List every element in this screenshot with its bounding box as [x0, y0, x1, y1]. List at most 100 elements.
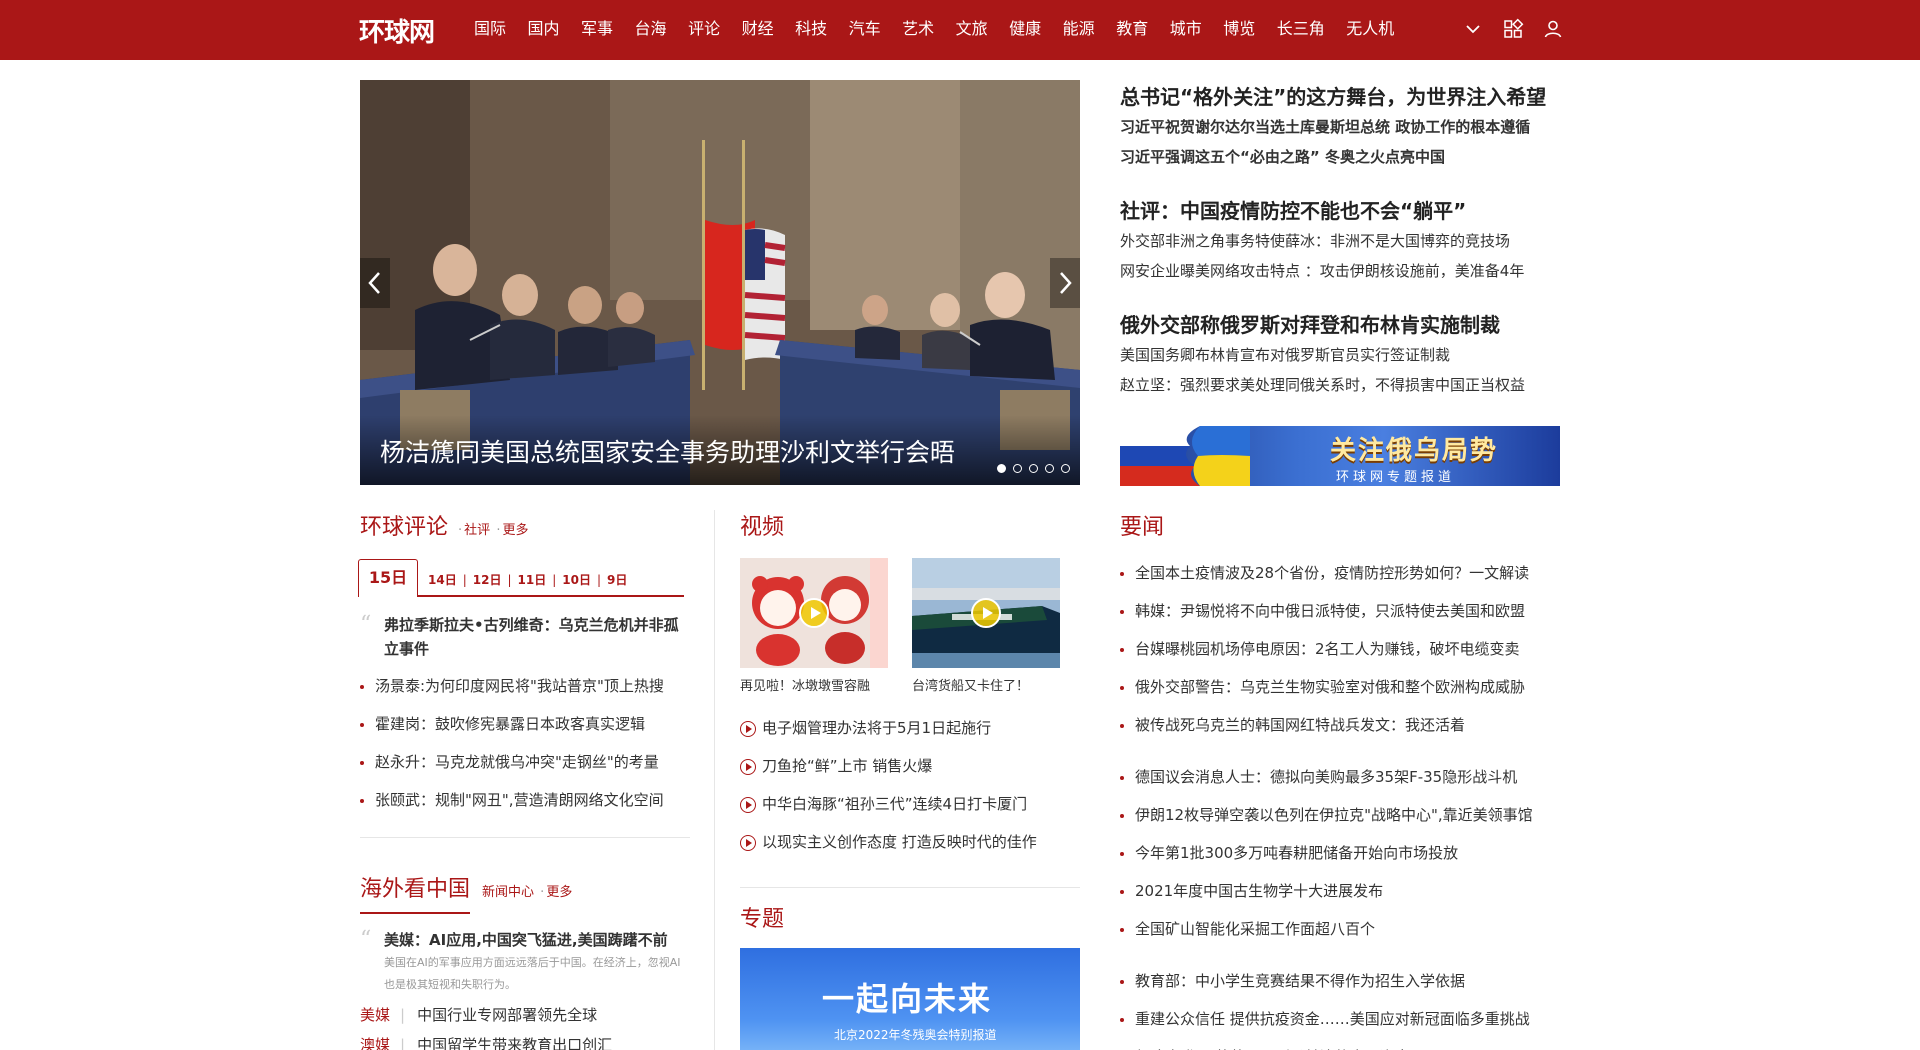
top-news-sub[interactable]: 赵立坚：强烈要求美处理同俄关系时，不得损害中国正当权益 — [1120, 370, 1560, 400]
site-logo-text: 环球网 — [359, 17, 435, 48]
hero-carousel[interactable]: 杨洁篪同美国总统国家安全事务助理沙利文举行会晤 — [360, 80, 1080, 485]
carousel-dot[interactable] — [1045, 464, 1054, 473]
top-news-headline[interactable]: 总书记“格外关注”的这方舞台，为世界注入希望 — [1120, 82, 1560, 112]
date-tab[interactable]: 10日 | — [562, 565, 601, 595]
top-news-sub[interactable]: 习近平祝贺谢尔达尔当选土库曼斯坦总统 政协工作的根本遵循 — [1120, 112, 1560, 142]
carousel-next-button[interactable] — [1050, 258, 1080, 308]
video-list-text: 中华白海豚“祖孙三代”连续4日打卡厦门 — [762, 795, 1028, 813]
hero-caption[interactable]: 杨洁篪同美国总统国家安全事务助理沙利文举行会晤 — [380, 433, 955, 469]
top-nav-bar: 环球网 国际 国内 军事 台海 评论 财经 科技 汽车 艺术 文旅 健康 能源 … — [0, 0, 1920, 60]
video-list-item[interactable]: 电子烟管理办法将于5月1日起施行 — [740, 709, 1080, 747]
top-news: 总书记“格外关注”的这方舞台，为世界注入希望 习近平祝贺谢尔达尔当选土库曼斯坦总… — [1120, 82, 1560, 424]
top-news-headline[interactable]: 社评：中国疫情防控不能也不会“躺平” — [1120, 196, 1560, 226]
special-report-banner[interactable]: 关注俄乌局势 环球网专题报道 — [1120, 426, 1560, 486]
date-tab[interactable]: 11日 | — [518, 565, 557, 595]
list-item[interactable]: 全国本土疫情波及28个省份，疫情防控形势如何？一文解读 — [1120, 554, 1560, 592]
list-item[interactable]: 台媒曝桃园机场停电原因：2名工人为赚钱，破坏电缆变卖 — [1120, 630, 1560, 668]
video-card[interactable]: 台湾货船又卡住了！ — [912, 558, 1060, 697]
list-item[interactable]: 复才席登 王英英展现刚柔并济的青且姿态 — [1120, 1038, 1560, 1050]
list-item[interactable]: 韩媒：尹锡悦将不向中俄日派特使，只派特使去美国和欧盟 — [1120, 592, 1560, 630]
divider — [740, 887, 1080, 888]
special-section-header: 专题 — [740, 902, 1080, 938]
list-item[interactable]: 教育部：中小学生竞赛结果不得作为招生入学依据 — [1120, 962, 1560, 1000]
section-link[interactable]: 社评 — [464, 523, 490, 538]
nav-item[interactable]: 国内 — [528, 18, 560, 40]
site-logo[interactable]: 环球网 — [359, 12, 435, 48]
nav-item[interactable]: 长三角 — [1277, 18, 1325, 40]
source-tag: 美媒 — [360, 1006, 391, 1024]
section-title[interactable]: 视频 — [740, 510, 784, 546]
list-item[interactable]: 被传战死乌克兰的韩国网红特战兵发文：我还活着 — [1120, 706, 1560, 744]
list-item[interactable]: 张颐武：规制"网丑",营造清朗网络文化空间 — [360, 781, 690, 819]
play-icon — [971, 598, 1001, 628]
date-tab-label: 11日 — [517, 573, 547, 587]
nav-item[interactable]: 城市 — [1170, 18, 1202, 40]
date-tab-label: 10日 — [562, 573, 591, 587]
nav-item[interactable]: 教育 — [1116, 18, 1148, 40]
date-tab[interactable]: 12日 | — [473, 565, 512, 595]
nav-item[interactable]: 国际 — [474, 18, 506, 40]
list-item[interactable]: 赵永升：马克龙就俄乌冲突"走钢丝"的考量 — [360, 743, 690, 781]
section-link[interactable]: 更多 — [502, 523, 528, 538]
carousel-dot[interactable] — [1029, 464, 1038, 473]
top-news-headline[interactable]: 俄外交部称俄罗斯对拜登和布林肯实施制裁 — [1120, 310, 1560, 340]
commentary-section-header: 环球评论 · 社评 · 更多 — [360, 510, 690, 549]
source-tag: 澳媒 — [360, 1036, 391, 1050]
video-card[interactable]: 再见啦！冰墩墩雪容融 — [740, 558, 888, 697]
nav-item[interactable]: 无人机 — [1346, 18, 1394, 40]
date-tabs: 15日 14日 | 12日 | 11日 | 10日 | 9日 — [358, 559, 684, 597]
list-item[interactable]: 今年第1批300多万吨春耕肥储备开始向市场投放 — [1120, 834, 1560, 872]
top-news-sub[interactable]: 美国国务卿布林肯宣布对俄罗斯官员实行签证制裁 — [1120, 340, 1560, 370]
nav-item[interactable]: 科技 — [795, 18, 827, 40]
nav-item[interactable]: 汽车 — [849, 18, 881, 40]
list-item[interactable]: 汤景泰:为何印度网民将"我站普京"顶上热搜 — [360, 667, 690, 705]
carousel-prev-button[interactable] — [360, 258, 390, 308]
featured-overseas-title[interactable]: 美媒：AI应用,中国突飞猛进,美国踌躇不前 — [384, 928, 690, 952]
video-list-item[interactable]: 以现实主义创作态度 打造反映时代的佳作 — [740, 823, 1080, 861]
list-item[interactable]: 德国议会消息人士：德拟向美购最多35架F-35隐形战斗机 — [1120, 758, 1560, 796]
carousel-dot[interactable] — [1013, 464, 1022, 473]
nav-item[interactable]: 军事 — [581, 18, 613, 40]
section-title[interactable]: 专题 — [740, 902, 784, 938]
special-topic-image[interactable]: 一起向未来 北京2022年冬残奥会特别报道 — [740, 948, 1080, 1050]
play-circle-icon — [740, 835, 756, 851]
nav-item[interactable]: 台海 — [635, 18, 667, 40]
section-link[interactable]: 新闻中心 — [482, 885, 534, 900]
video-list-item[interactable]: 中华白海豚“祖孙三代”连续4日打卡厦门 — [740, 785, 1080, 823]
special-image-title: 一起向未来 — [822, 980, 993, 1018]
list-item[interactable]: 霍建岗：鼓吹修宪暴露日本政客真实逻辑 — [360, 705, 690, 743]
section-title[interactable]: 要闻 — [1120, 510, 1164, 546]
list-item[interactable]: 俄外交部警告：乌克兰生物实验室对俄和整个欧洲构成威胁 — [1120, 668, 1560, 706]
nav-item[interactable]: 文旅 — [956, 18, 988, 40]
date-tab[interactable]: 9日 — [607, 565, 627, 595]
nav-item[interactable]: 健康 — [1009, 18, 1041, 40]
section-link[interactable]: 更多 — [546, 885, 572, 900]
top-news-sub[interactable]: 习近平强调这五个“必由之路” 冬奥之火点亮中国 — [1120, 142, 1560, 172]
nav-item[interactable]: 博览 — [1223, 18, 1255, 40]
list-item[interactable]: 全国矿山智能化采掘工作面超八百个 — [1120, 910, 1560, 948]
section-title[interactable]: 环球评论 — [360, 510, 448, 546]
section-title[interactable]: 海外看中国 — [360, 872, 471, 914]
important-news-column: 要闻 全国本土疫情波及28个省份，疫情防控形势如何？一文解读 韩媒：尹锡悦将不向… — [1120, 510, 1560, 1050]
list-item[interactable]: 伊朗12枚导弹空袭以色列在伊拉克"战略中心",靠近美领事馆 — [1120, 796, 1560, 834]
nav-item[interactable]: 评论 — [688, 18, 720, 40]
featured-commentary-title[interactable]: 弗拉季斯拉夫•古列维奇：乌克兰危机并非孤立事件 — [384, 613, 690, 661]
top-news-sub[interactable]: 外交部非洲之角事务特使薛冰：非洲不是大国博弈的竞技场 — [1120, 226, 1560, 256]
list-item[interactable]: 2021年度中国古生物学十大进展发布 — [1120, 872, 1560, 910]
top-news-sub[interactable]: 网安企业曝美网络攻击特点 ：攻击伊朗核设施前，美准备4年 — [1120, 256, 1560, 286]
date-tab-active[interactable]: 15日 — [358, 559, 418, 597]
nav-item[interactable]: 艺术 — [902, 18, 934, 40]
list-item[interactable]: 重建公众信任 提供抗疫资金……美国应对新冠面临多重挑战 — [1120, 1000, 1560, 1038]
user-icon[interactable] — [1542, 18, 1564, 40]
carousel-dot[interactable] — [1061, 464, 1070, 473]
nav-item[interactable]: 能源 — [1063, 18, 1095, 40]
overseas-row[interactable]: 澳媒 | 中国留学生带来教育出口创汇 — [360, 1030, 690, 1050]
chevron-right-icon — [1060, 272, 1072, 294]
grid-icon[interactable] — [1502, 18, 1524, 40]
chevron-down-icon[interactable] — [1462, 18, 1484, 40]
date-tab[interactable]: 14日 | — [428, 565, 467, 595]
overseas-row[interactable]: 美媒 | 中国行业专网部署领先全球 — [360, 1000, 690, 1030]
carousel-dot[interactable] — [997, 464, 1006, 473]
video-list-item[interactable]: 刀鱼抢“鲜”上市 销售火爆 — [740, 747, 1080, 785]
nav-item[interactable]: 财经 — [742, 18, 774, 40]
